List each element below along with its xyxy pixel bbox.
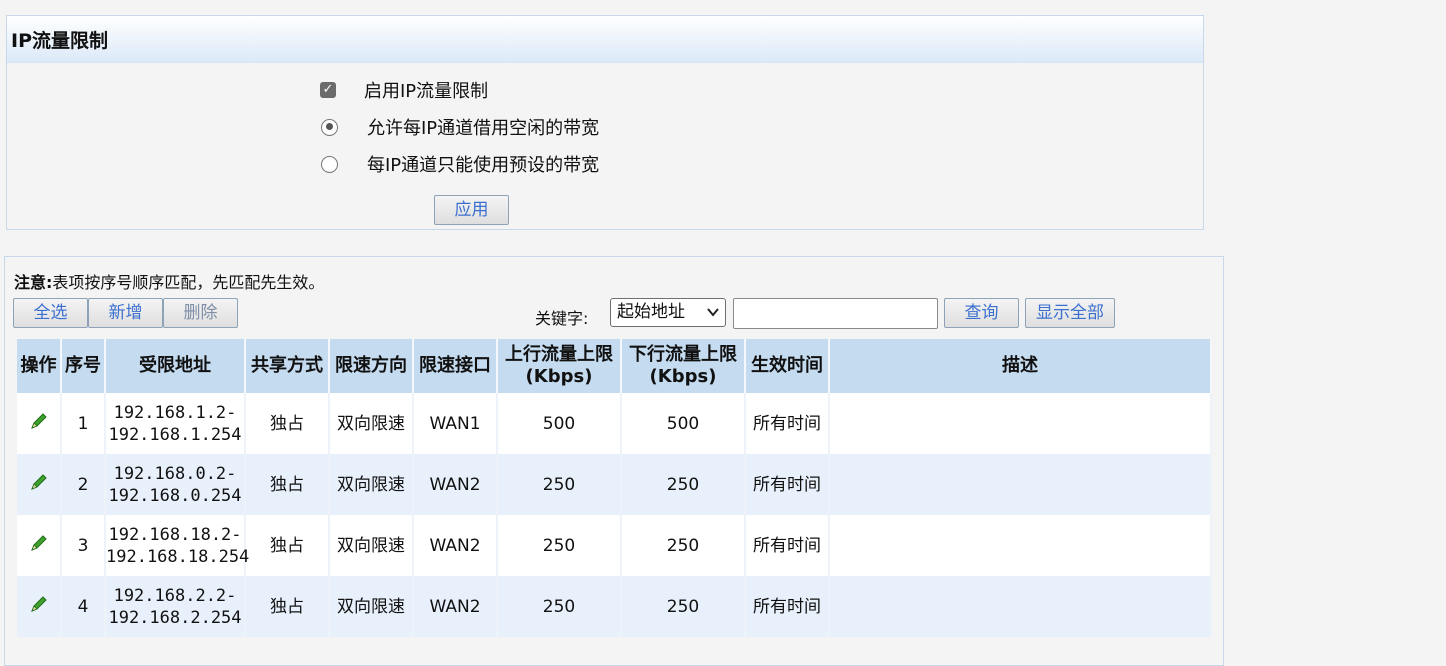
radio-borrow-label: 允许每IP通道借用空闲的带宽 <box>367 118 600 139</box>
seq-cell: 1 <box>61 393 106 454</box>
up-cell: 250 <box>497 576 622 637</box>
keyword-select[interactable]: 起始地址 <box>610 298 726 327</box>
addr-end: 192.168.1.254 <box>108 424 242 445</box>
radio-borrow[interactable] <box>321 118 338 136</box>
col-up-line2: (Kbps) <box>525 366 593 387</box>
dir-cell: 双向限速 <box>329 576 414 637</box>
rule-table: 操作 序号 受限地址 共享方式 限速方向 限速接口 上行流量上限 (Kbps) 下… <box>17 339 1212 637</box>
addr-start: 192.168.18.2- <box>108 524 242 545</box>
time-cell: 所有时间 <box>745 393 830 454</box>
share-cell: 独占 <box>245 515 330 576</box>
seq-cell: 4 <box>61 576 106 637</box>
enable-label: 启用IP流量限制 <box>364 81 489 102</box>
iface-cell: WAN1 <box>413 393 498 454</box>
col-down: 下行流量上限 (Kbps) <box>621 339 746 393</box>
col-up: 上行流量上限 (Kbps) <box>497 339 622 393</box>
chevron-down-icon <box>707 299 719 336</box>
table-row: 2 192.168.0.2- 192.168.0.254 独占 双向限速 WAN2… <box>17 454 1212 515</box>
addr-cell: 192.168.18.2- 192.168.18.254 <box>105 515 249 576</box>
apply-button[interactable]: 应用 <box>434 195 509 225</box>
up-cell: 500 <box>497 393 622 454</box>
share-cell: 独占 <box>245 393 330 454</box>
share-cell: 独占 <box>245 576 330 637</box>
down-cell: 250 <box>621 515 746 576</box>
addr-end: 192.168.18.254 <box>106 546 250 567</box>
iface-cell: WAN2 <box>413 515 498 576</box>
show-all-button[interactable]: 显示全部 <box>1025 298 1115 328</box>
note: 注意:表项按序号顺序匹配，先匹配先生效。 <box>14 269 324 293</box>
addr-start: 192.168.0.2- <box>113 463 237 484</box>
pencil-icon[interactable] <box>28 410 50 432</box>
addr-cell: 192.168.2.2- 192.168.2.254 <box>105 576 246 637</box>
panel-title: IP流量限制 <box>7 16 1203 63</box>
ip-traffic-limit-panel: IP流量限制 ✓ 启用IP流量限制 允许每IP通道借用空闲的带宽 每IP通道只能… <box>6 15 1204 230</box>
down-cell: 250 <box>621 576 746 637</box>
col-op: 操作 <box>17 339 62 393</box>
seq-cell: 3 <box>61 515 106 576</box>
delete-button[interactable]: 删除 <box>163 298 238 328</box>
addr-start: 192.168.1.2- <box>113 402 237 423</box>
keyword-select-value: 起始地址 <box>617 302 685 322</box>
time-cell: 所有时间 <box>745 454 830 515</box>
addr-cell: 192.168.1.2- 192.168.1.254 <box>105 393 246 454</box>
down-cell: 500 <box>621 393 746 454</box>
table-row: 1 192.168.1.2- 192.168.1.254 独占 双向限速 WAN1… <box>17 393 1212 454</box>
desc-cell <box>829 515 1212 576</box>
desc-cell <box>829 576 1212 637</box>
col-dir: 限速方向 <box>329 339 414 393</box>
keyword-label: 关键字: <box>535 309 589 328</box>
note-text: 表项按序号顺序匹配，先匹配先生效。 <box>52 273 325 292</box>
table-header-row: 操作 序号 受限地址 共享方式 限速方向 限速接口 上行流量上限 (Kbps) 下… <box>17 339 1212 393</box>
seq-cell: 2 <box>61 454 106 515</box>
radio-preset[interactable] <box>321 155 338 173</box>
table-row: 3 192.168.18.2- 192.168.18.254 独占 双向限速 WA… <box>17 515 1212 576</box>
col-iface: 限速接口 <box>413 339 498 393</box>
time-cell: 所有时间 <box>745 515 830 576</box>
col-time: 生效时间 <box>745 339 830 393</box>
dir-cell: 双向限速 <box>329 454 414 515</box>
search-input[interactable] <box>733 298 938 329</box>
up-cell: 250 <box>497 515 622 576</box>
pencil-icon[interactable] <box>28 593 50 615</box>
pencil-icon[interactable] <box>28 471 50 493</box>
addr-start: 192.168.2.2- <box>113 585 237 606</box>
time-cell: 所有时间 <box>745 576 830 637</box>
rule-list-panel: 注意:表项按序号顺序匹配，先匹配先生效。 全选 新增 删除 关键字: 起始地址 … <box>4 256 1224 666</box>
note-prefix: 注意: <box>14 273 53 292</box>
col-down-line2: (Kbps) <box>649 366 717 387</box>
col-share: 共享方式 <box>245 339 330 393</box>
col-desc: 描述 <box>829 339 1212 393</box>
radio-option-borrow[interactable]: 允许每IP通道借用空闲的带宽 <box>321 114 599 140</box>
col-down-line1: 下行流量上限 <box>629 344 737 365</box>
pencil-icon[interactable] <box>28 532 50 554</box>
up-cell: 250 <box>497 454 622 515</box>
desc-cell <box>829 393 1212 454</box>
edit-cell[interactable] <box>17 515 62 576</box>
col-addr: 受限地址 <box>105 339 246 393</box>
add-button[interactable]: 新增 <box>88 298 163 328</box>
edit-cell[interactable] <box>17 576 62 637</box>
share-cell: 独占 <box>245 454 330 515</box>
select-all-button[interactable]: 全选 <box>13 298 88 328</box>
dir-cell: 双向限速 <box>329 515 414 576</box>
query-button[interactable]: 查询 <box>944 298 1019 328</box>
iface-cell: WAN2 <box>413 454 498 515</box>
desc-cell <box>829 454 1212 515</box>
iface-cell: WAN2 <box>413 576 498 637</box>
radio-option-preset[interactable]: 每IP通道只能使用预设的带宽 <box>321 151 599 177</box>
col-seq: 序号 <box>61 339 106 393</box>
addr-end: 192.168.2.254 <box>108 607 242 628</box>
edit-cell[interactable] <box>17 454 62 515</box>
enable-option[interactable]: ✓ 启用IP流量限制 <box>320 77 488 103</box>
down-cell: 250 <box>621 454 746 515</box>
col-up-line1: 上行流量上限 <box>505 344 613 365</box>
addr-cell: 192.168.0.2- 192.168.0.254 <box>105 454 246 515</box>
radio-preset-label: 每IP通道只能使用预设的带宽 <box>367 155 600 176</box>
enable-checkbox[interactable]: ✓ <box>320 82 336 98</box>
table-row: 4 192.168.2.2- 192.168.2.254 独占 双向限速 WAN2… <box>17 576 1212 637</box>
edit-cell[interactable] <box>17 393 62 454</box>
addr-end: 192.168.0.254 <box>108 485 242 506</box>
dir-cell: 双向限速 <box>329 393 414 454</box>
